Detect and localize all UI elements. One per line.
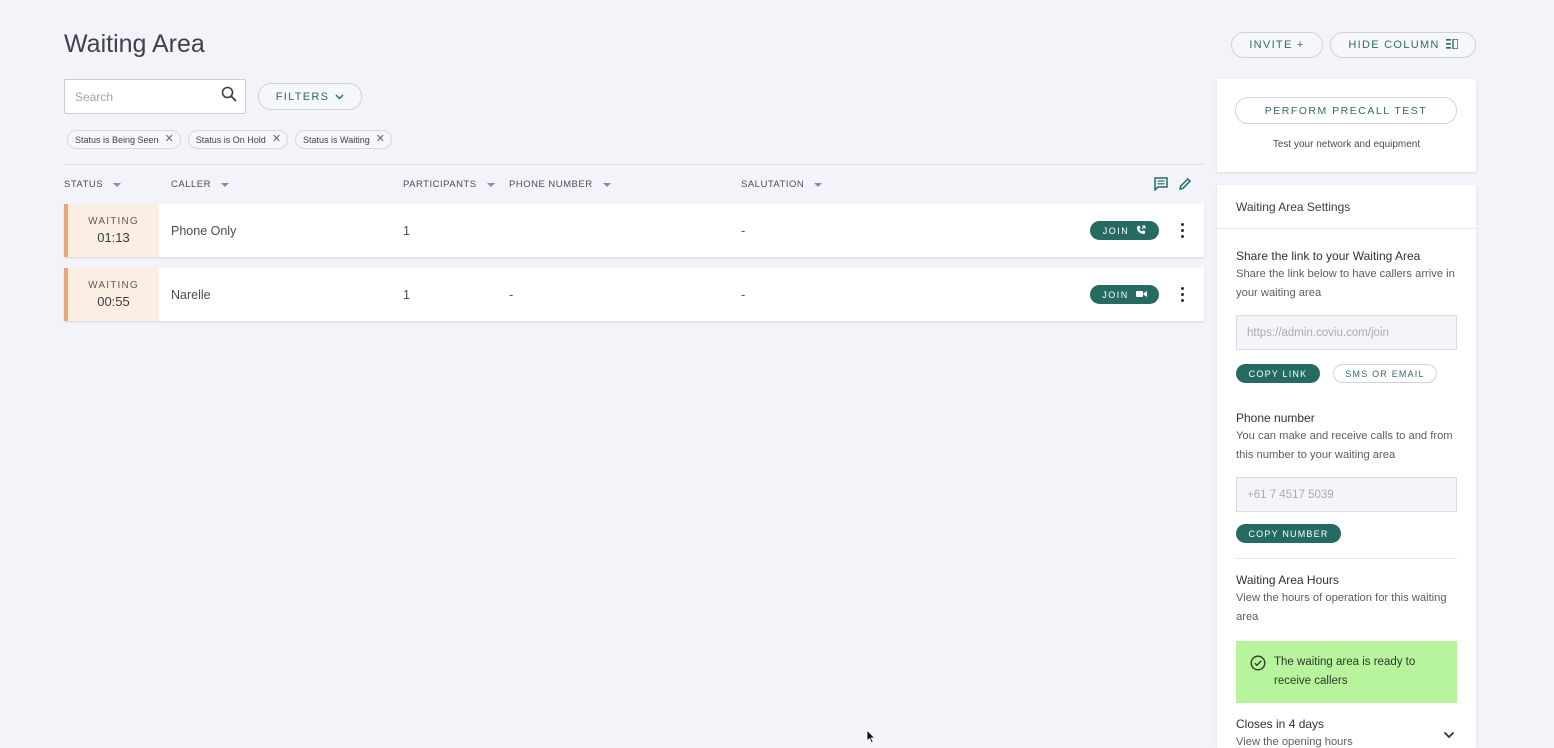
column-header-label: PHONE NUMBER (509, 179, 593, 190)
share-link-actions: COPY LINK SMS OR EMAIL (1236, 364, 1457, 383)
join-button[interactable]: JOIN (1090, 221, 1159, 240)
closes-subtitle: View the opening hours (1236, 736, 1353, 748)
column-header-label: STATUS (64, 179, 104, 190)
table-row[interactable]: WAITING 00:55 Narelle 1 - - JOIN (64, 268, 1204, 321)
join-button[interactable]: JOIN (1090, 285, 1159, 304)
phone-call-icon (1136, 225, 1146, 237)
hide-column-label: HIDE COLUMN (1348, 39, 1440, 51)
more-options-icon[interactable] (1177, 284, 1187, 304)
divider (64, 164, 1204, 165)
hide-column-button[interactable]: HIDE COLUMN (1330, 32, 1476, 58)
sort-caret-icon (220, 182, 229, 187)
video-call-icon (1135, 290, 1147, 300)
share-link-text: Share the link below to have callers arr… (1236, 268, 1455, 299)
precall-test-button[interactable]: PERFORM PRECALL TEST (1235, 97, 1457, 124)
precall-test-label: PERFORM PRECALL TEST (1264, 104, 1428, 117)
filters-label: FILTERS (275, 90, 330, 103)
opening-hours-toggle[interactable]: Closes in 4 days View the opening hours (1236, 717, 1457, 748)
mouse-cursor-icon (866, 728, 876, 748)
close-icon[interactable]: ✕ (165, 134, 174, 145)
chevron-down-icon (335, 91, 344, 103)
invite-label: INVITE + (1249, 39, 1305, 51)
status-cell: WAITING 01:13 (64, 204, 159, 257)
status-label: WAITING (88, 280, 139, 291)
ready-status-box: The waiting area is ready to receive cal… (1236, 641, 1457, 703)
search-icon[interactable] (221, 86, 237, 107)
column-header-label: CALLER (171, 179, 211, 190)
top-actions: INVITE + HIDE COLUMN (1231, 32, 1476, 58)
share-link-section: Share the link to your Waiting Area Shar… (1236, 249, 1457, 383)
invite-button[interactable]: INVITE + (1231, 32, 1323, 58)
phone-number-actions: COPY NUMBER (1236, 524, 1457, 543)
closes-title: Closes in 4 days (1236, 717, 1325, 731)
filter-chip: Status is On Hold ✕ (187, 130, 289, 149)
column-header-status[interactable]: STATUS (64, 179, 122, 190)
precall-subtitle: Test your network and equipment (1272, 139, 1421, 150)
filters-button[interactable]: FILTERS (258, 83, 362, 110)
column-header-salutation[interactable]: SALUTATION (741, 179, 823, 190)
filter-chip-label: Status is Waiting (303, 134, 370, 145)
filter-chip-label: Status is On Hold (195, 134, 266, 145)
wait-time: 00:55 (97, 294, 130, 309)
status-cell: WAITING 00:55 (64, 268, 159, 321)
share-link-title: Share the link to your Waiting Area (1236, 249, 1421, 263)
precall-panel: PERFORM PRECALL TEST Test your network a… (1217, 79, 1476, 172)
page-title: Waiting Area (64, 30, 205, 58)
settings-title: Waiting Area Settings (1217, 185, 1476, 229)
more-options-icon[interactable] (1177, 220, 1187, 240)
hours-section: Waiting Area Hours View the hours of ope… (1236, 573, 1457, 627)
phone-number-field[interactable]: +61 7 4517 5039 (1236, 477, 1457, 512)
ready-status-text: The waiting area is ready to receive cal… (1274, 656, 1416, 687)
phone-number-text: You can make and receive calls to and fr… (1236, 430, 1453, 461)
phone-number-title: Phone number (1236, 411, 1315, 425)
table-row[interactable]: WAITING 01:13 Phone Only 1 - JOIN (64, 204, 1204, 257)
sort-caret-icon (814, 182, 823, 187)
sms-email-button[interactable]: SMS OR EMAIL (1333, 364, 1437, 383)
join-label: JOIN (1102, 289, 1129, 300)
phone-number: - (509, 287, 514, 302)
table-actions (1154, 177, 1192, 196)
salutation: - (741, 287, 746, 302)
section-divider (1236, 558, 1457, 559)
search-box (64, 79, 246, 114)
participants-count: 1 (403, 287, 410, 302)
filter-chip: Status is Waiting ✕ (295, 130, 392, 149)
share-link-field[interactable]: https://admin.coviu.com/join (1236, 315, 1457, 350)
close-icon[interactable]: ✕ (272, 134, 281, 145)
column-header-phone-number[interactable]: PHONE NUMBER (509, 179, 611, 190)
copy-number-button[interactable]: COPY NUMBER (1236, 524, 1341, 543)
column-header-caller[interactable]: CALLER (171, 179, 229, 190)
status-label: WAITING (88, 216, 139, 227)
filter-chip-label: Status is Being Seen (75, 134, 159, 145)
edit-icon[interactable] (1178, 177, 1192, 196)
waiting-area-settings-panel: Waiting Area Settings Share the link to … (1217, 185, 1476, 748)
sort-caret-icon (113, 182, 122, 187)
filter-chip: Status is Being Seen ✕ (67, 130, 181, 149)
caller-name: Narelle (171, 287, 211, 302)
copy-link-button[interactable]: COPY LINK (1236, 364, 1320, 383)
column-header-label: SALUTATION (741, 179, 805, 190)
filter-chips: Status is Being Seen ✕ Status is On Hold… (67, 130, 392, 149)
salutation: - (741, 223, 746, 238)
sort-caret-icon (486, 182, 495, 187)
column-header-label: PARTICIPANTS (403, 179, 477, 190)
check-circle-icon (1250, 653, 1266, 676)
close-icon[interactable]: ✕ (376, 134, 385, 145)
hours-text: View the hours of operation for this wai… (1236, 592, 1447, 623)
participants-count: 1 (403, 223, 410, 238)
phone-number-section: Phone number You can make and receive ca… (1236, 411, 1457, 543)
wait-time: 01:13 (97, 230, 130, 245)
column-header-participants[interactable]: PARTICIPANTS (403, 179, 495, 190)
message-icon[interactable] (1154, 177, 1168, 196)
join-label: JOIN (1102, 225, 1130, 236)
caller-name: Phone Only (171, 223, 237, 238)
chevron-down-icon[interactable] (1443, 726, 1455, 744)
hours-title: Waiting Area Hours (1236, 573, 1339, 587)
columns-icon (1445, 37, 1459, 52)
search-input[interactable] (75, 89, 221, 104)
sort-caret-icon (602, 182, 611, 187)
